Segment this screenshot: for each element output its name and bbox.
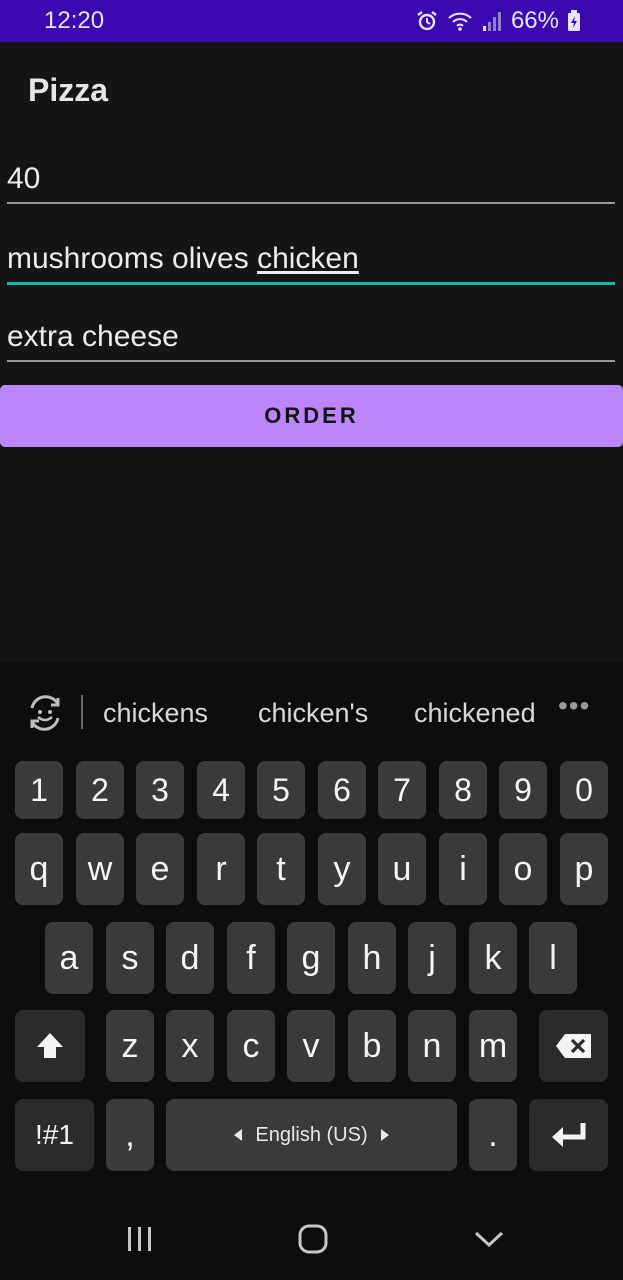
key-7[interactable]: 7 bbox=[378, 761, 426, 819]
key-0[interactable]: 0 bbox=[560, 761, 608, 819]
shift-arrow-icon bbox=[37, 1033, 63, 1058]
key-q[interactable]: q bbox=[15, 833, 63, 905]
suggestion-1[interactable]: chickens bbox=[103, 698, 208, 729]
status-time: 12:20 bbox=[44, 7, 105, 34]
key-f[interactable]: f bbox=[227, 922, 275, 994]
battery-percent: 66% bbox=[510, 7, 559, 34]
key-g[interactable]: g bbox=[287, 922, 335, 994]
app-title: Pizza bbox=[28, 72, 109, 108]
key-j[interactable]: j bbox=[408, 922, 456, 994]
key-s[interactable]: s bbox=[106, 922, 154, 994]
key-u[interactable]: u bbox=[378, 833, 426, 905]
comma-key[interactable]: , bbox=[106, 1099, 154, 1171]
key-m[interactable]: m bbox=[469, 1010, 517, 1082]
more-suggestions-button[interactable]: ••• bbox=[558, 690, 590, 722]
key-c[interactable]: c bbox=[227, 1010, 275, 1082]
composing-word: chicken bbox=[257, 242, 359, 275]
key-k[interactable]: k bbox=[469, 922, 517, 994]
language-left-arrow-icon bbox=[234, 1129, 243, 1141]
backspace-icon bbox=[555, 1034, 591, 1058]
period-key[interactable]: . bbox=[469, 1099, 517, 1171]
key-p[interactable]: p bbox=[560, 833, 608, 905]
key-h[interactable]: h bbox=[348, 922, 396, 994]
alarm-icon bbox=[415, 9, 439, 33]
key-a[interactable]: a bbox=[45, 922, 93, 994]
key-y[interactable]: y bbox=[318, 833, 366, 905]
key-t[interactable]: t bbox=[257, 833, 305, 905]
shift-key[interactable] bbox=[15, 1010, 85, 1082]
wifi-icon bbox=[447, 10, 473, 32]
suggestion-2[interactable]: chicken's bbox=[258, 698, 368, 729]
recent-apps-icon[interactable] bbox=[126, 1226, 154, 1257]
status-bar: 12:20 66% bbox=[0, 0, 623, 42]
key-w[interactable]: w bbox=[76, 833, 124, 905]
key-9[interactable]: 9 bbox=[499, 761, 547, 819]
toppings-field[interactable]: mushrooms olives chicken bbox=[7, 234, 615, 285]
key-6[interactable]: 6 bbox=[318, 761, 366, 819]
language-right-arrow-icon bbox=[380, 1129, 389, 1141]
space-bar-label: English (US) bbox=[233, 1124, 389, 1147]
backspace-key[interactable] bbox=[539, 1010, 608, 1082]
key-x[interactable]: x bbox=[166, 1010, 214, 1082]
key-2[interactable]: 2 bbox=[76, 761, 124, 819]
space-bar[interactable]: English (US) bbox=[166, 1099, 457, 1171]
suggestion-bar: chickens chicken's chickened ••• bbox=[0, 662, 623, 760]
extras-field[interactable]: extra cheese bbox=[7, 312, 615, 362]
key-8[interactable]: 8 bbox=[439, 761, 487, 819]
language-label: English (US) bbox=[255, 1123, 368, 1146]
extras-value: extra cheese bbox=[7, 320, 179, 353]
key-4[interactable]: 4 bbox=[197, 761, 245, 819]
key-z[interactable]: z bbox=[106, 1010, 154, 1082]
key-e[interactable]: e bbox=[136, 833, 184, 905]
key-o[interactable]: o bbox=[499, 833, 547, 905]
key-i[interactable]: i bbox=[439, 833, 487, 905]
key-1[interactable]: 1 bbox=[15, 761, 63, 819]
suggestion-divider bbox=[81, 695, 83, 729]
symbols-key[interactable]: !#1 bbox=[15, 1099, 94, 1171]
toppings-text: mushrooms olives bbox=[7, 242, 258, 275]
battery-charging-icon bbox=[567, 10, 581, 32]
quantity-field[interactable]: 40 bbox=[7, 154, 615, 204]
key-r[interactable]: r bbox=[197, 833, 245, 905]
quantity-value: 40 bbox=[7, 162, 41, 195]
enter-icon bbox=[551, 1123, 585, 1147]
home-icon[interactable] bbox=[298, 1224, 328, 1259]
key-l[interactable]: l bbox=[529, 922, 577, 994]
status-icons: 66% bbox=[415, 7, 581, 35]
key-3[interactable]: 3 bbox=[136, 761, 184, 819]
navigation-bar bbox=[0, 1200, 623, 1280]
key-d[interactable]: d bbox=[166, 922, 214, 994]
suggestion-3[interactable]: chickened bbox=[414, 698, 536, 729]
toppings-value: mushrooms olives chicken bbox=[7, 242, 359, 276]
key-v[interactable]: v bbox=[287, 1010, 335, 1082]
key-n[interactable]: n bbox=[408, 1010, 456, 1082]
signal-icon bbox=[481, 10, 503, 32]
back-chevron-down-icon[interactable] bbox=[474, 1230, 504, 1253]
enter-key[interactable] bbox=[529, 1099, 608, 1171]
keyboard: chickens chicken's chickened ••• 1 2 3 4… bbox=[0, 662, 623, 1200]
emoji-refresh-icon[interactable] bbox=[24, 692, 66, 734]
order-button[interactable]: ORDER bbox=[0, 385, 623, 447]
key-5[interactable]: 5 bbox=[257, 761, 305, 819]
key-b[interactable]: b bbox=[348, 1010, 396, 1082]
